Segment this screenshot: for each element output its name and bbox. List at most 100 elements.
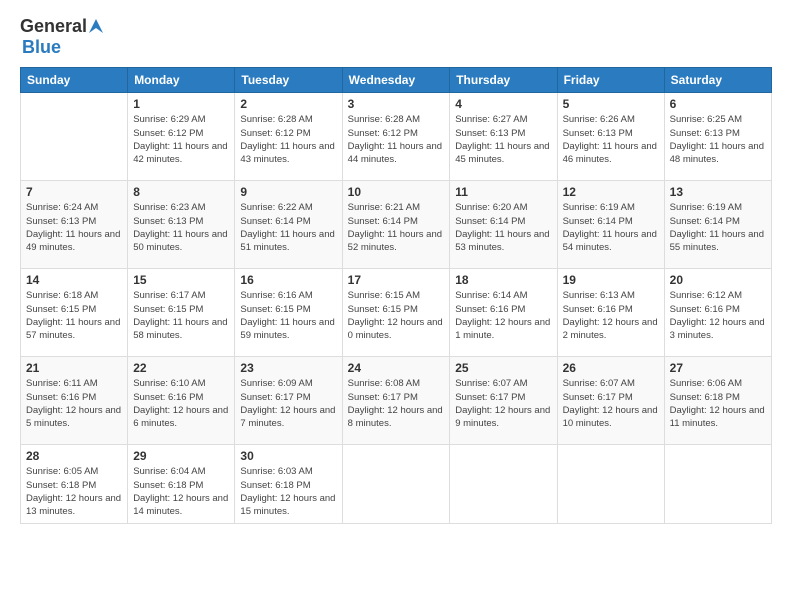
day-info: Sunrise: 6:20 AMSunset: 6:14 PMDaylight:… <box>455 201 551 254</box>
day-info: Sunrise: 6:28 AMSunset: 6:12 PMDaylight:… <box>240 113 336 166</box>
calendar-cell: 29 Sunrise: 6:04 AMSunset: 6:18 PMDayligh… <box>128 445 235 523</box>
week-row-5: 28 Sunrise: 6:05 AMSunset: 6:18 PMDayligh… <box>21 445 772 523</box>
page: GeneralBlue SundayMondayTuesdayWednesday… <box>0 0 792 612</box>
calendar-cell <box>450 445 557 523</box>
day-info: Sunrise: 6:19 AMSunset: 6:14 PMDaylight:… <box>670 201 766 254</box>
day-info: Sunrise: 6:06 AMSunset: 6:18 PMDaylight:… <box>670 377 766 430</box>
day-info: Sunrise: 6:19 AMSunset: 6:14 PMDaylight:… <box>563 201 659 254</box>
calendar-cell: 3 Sunrise: 6:28 AMSunset: 6:12 PMDaylight… <box>342 93 450 181</box>
day-number: 2 <box>240 97 336 111</box>
day-info: Sunrise: 6:14 AMSunset: 6:16 PMDaylight:… <box>455 289 551 342</box>
day-number: 4 <box>455 97 551 111</box>
day-number: 29 <box>133 449 229 463</box>
day-info: Sunrise: 6:04 AMSunset: 6:18 PMDaylight:… <box>133 465 229 518</box>
header: GeneralBlue <box>20 16 772 57</box>
calendar-cell <box>664 445 771 523</box>
day-number: 17 <box>348 273 445 287</box>
calendar-cell: 20 Sunrise: 6:12 AMSunset: 6:16 PMDayligh… <box>664 269 771 357</box>
calendar-cell: 18 Sunrise: 6:14 AMSunset: 6:16 PMDayligh… <box>450 269 557 357</box>
day-info: Sunrise: 6:16 AMSunset: 6:15 PMDaylight:… <box>240 289 336 342</box>
day-info: Sunrise: 6:29 AMSunset: 6:12 PMDaylight:… <box>133 113 229 166</box>
day-info: Sunrise: 6:17 AMSunset: 6:15 PMDaylight:… <box>133 289 229 342</box>
day-number: 6 <box>670 97 766 111</box>
weekday-header-sunday: Sunday <box>21 68 128 93</box>
calendar-cell: 25 Sunrise: 6:07 AMSunset: 6:17 PMDayligh… <box>450 357 557 445</box>
day-info: Sunrise: 6:28 AMSunset: 6:12 PMDaylight:… <box>348 113 445 166</box>
calendar-cell: 21 Sunrise: 6:11 AMSunset: 6:16 PMDayligh… <box>21 357 128 445</box>
day-number: 14 <box>26 273 122 287</box>
day-number: 13 <box>670 185 766 199</box>
day-info: Sunrise: 6:07 AMSunset: 6:17 PMDaylight:… <box>563 377 659 430</box>
calendar-cell: 27 Sunrise: 6:06 AMSunset: 6:18 PMDayligh… <box>664 357 771 445</box>
calendar-cell <box>21 93 128 181</box>
day-number: 23 <box>240 361 336 375</box>
calendar-cell: 6Sunrise: 6:25 AMSunset: 6:13 PMDaylight… <box>664 93 771 181</box>
day-number: 10 <box>348 185 445 199</box>
calendar-cell: 1 Sunrise: 6:29 AMSunset: 6:12 PMDaylight… <box>128 93 235 181</box>
day-info: Sunrise: 6:10 AMSunset: 6:16 PMDaylight:… <box>133 377 229 430</box>
calendar-cell: 8Sunrise: 6:23 AMSunset: 6:13 PMDaylight… <box>128 181 235 269</box>
calendar-cell: 11 Sunrise: 6:20 AMSunset: 6:14 PMDayligh… <box>450 181 557 269</box>
day-number: 3 <box>348 97 445 111</box>
day-number: 18 <box>455 273 551 287</box>
day-number: 9 <box>240 185 336 199</box>
weekday-header-monday: Monday <box>128 68 235 93</box>
day-info: Sunrise: 6:21 AMSunset: 6:14 PMDaylight:… <box>348 201 445 254</box>
calendar-cell: 10 Sunrise: 6:21 AMSunset: 6:14 PMDayligh… <box>342 181 450 269</box>
calendar-cell: 28 Sunrise: 6:05 AMSunset: 6:18 PMDayligh… <box>21 445 128 523</box>
calendar-cell: 2 Sunrise: 6:28 AMSunset: 6:12 PMDaylight… <box>235 93 342 181</box>
calendar-cell: 12 Sunrise: 6:19 AMSunset: 6:14 PMDayligh… <box>557 181 664 269</box>
calendar-cell: 4 Sunrise: 6:27 AMSunset: 6:13 PMDaylight… <box>450 93 557 181</box>
day-number: 11 <box>455 185 551 199</box>
day-number: 7 <box>26 185 122 199</box>
day-number: 19 <box>563 273 659 287</box>
day-info: Sunrise: 6:12 AMSunset: 6:16 PMDaylight:… <box>670 289 766 342</box>
day-number: 16 <box>240 273 336 287</box>
day-info: Sunrise: 6:08 AMSunset: 6:17 PMDaylight:… <box>348 377 445 430</box>
day-number: 30 <box>240 449 336 463</box>
day-number: 28 <box>26 449 122 463</box>
day-info: Sunrise: 6:07 AMSunset: 6:17 PMDaylight:… <box>455 377 551 430</box>
day-number: 12 <box>563 185 659 199</box>
weekday-header-thursday: Thursday <box>450 68 557 93</box>
calendar-cell: 23Sunrise: 6:09 AMSunset: 6:17 PMDayligh… <box>235 357 342 445</box>
week-row-3: 14 Sunrise: 6:18 AMSunset: 6:15 PMDayligh… <box>21 269 772 357</box>
calendar-cell: 24Sunrise: 6:08 AMSunset: 6:17 PMDayligh… <box>342 357 450 445</box>
logo: GeneralBlue <box>20 16 103 57</box>
week-row-2: 7Sunrise: 6:24 AMSunset: 6:13 PMDaylight… <box>21 181 772 269</box>
day-number: 20 <box>670 273 766 287</box>
weekday-header-row: SundayMondayTuesdayWednesdayThursdayFrid… <box>21 68 772 93</box>
day-info: Sunrise: 6:26 AMSunset: 6:13 PMDaylight:… <box>563 113 659 166</box>
week-row-1: 1 Sunrise: 6:29 AMSunset: 6:12 PMDaylight… <box>21 93 772 181</box>
calendar: SundayMondayTuesdayWednesdayThursdayFrid… <box>20 67 772 523</box>
day-info: Sunrise: 6:05 AMSunset: 6:18 PMDaylight:… <box>26 465 122 518</box>
calendar-cell: 22 Sunrise: 6:10 AMSunset: 6:16 PMDayligh… <box>128 357 235 445</box>
day-number: 25 <box>455 361 551 375</box>
day-info: Sunrise: 6:13 AMSunset: 6:16 PMDaylight:… <box>563 289 659 342</box>
logo-blue: Blue <box>22 37 61 57</box>
calendar-cell: 15 Sunrise: 6:17 AMSunset: 6:15 PMDayligh… <box>128 269 235 357</box>
day-number: 15 <box>133 273 229 287</box>
calendar-cell: 17 Sunrise: 6:15 AMSunset: 6:15 PMDayligh… <box>342 269 450 357</box>
weekday-header-wednesday: Wednesday <box>342 68 450 93</box>
day-info: Sunrise: 6:27 AMSunset: 6:13 PMDaylight:… <box>455 113 551 166</box>
calendar-cell: 9Sunrise: 6:22 AMSunset: 6:14 PMDaylight… <box>235 181 342 269</box>
calendar-cell: 19 Sunrise: 6:13 AMSunset: 6:16 PMDayligh… <box>557 269 664 357</box>
logo-text: GeneralBlue <box>20 16 103 57</box>
logo-bird-icon <box>89 19 103 33</box>
calendar-cell: 30 Sunrise: 6:03 AMSunset: 6:18 PMDayligh… <box>235 445 342 523</box>
day-info: Sunrise: 6:18 AMSunset: 6:15 PMDaylight:… <box>26 289 122 342</box>
calendar-cell <box>557 445 664 523</box>
day-info: Sunrise: 6:03 AMSunset: 6:18 PMDaylight:… <box>240 465 336 518</box>
day-number: 21 <box>26 361 122 375</box>
day-info: Sunrise: 6:11 AMSunset: 6:16 PMDaylight:… <box>26 377 122 430</box>
weekday-header-saturday: Saturday <box>664 68 771 93</box>
day-number: 22 <box>133 361 229 375</box>
weekday-header-friday: Friday <box>557 68 664 93</box>
day-info: Sunrise: 6:15 AMSunset: 6:15 PMDaylight:… <box>348 289 445 342</box>
day-number: 1 <box>133 97 229 111</box>
calendar-cell <box>342 445 450 523</box>
day-info: Sunrise: 6:23 AMSunset: 6:13 PMDaylight:… <box>133 201 229 254</box>
day-number: 27 <box>670 361 766 375</box>
weekday-header-tuesday: Tuesday <box>235 68 342 93</box>
